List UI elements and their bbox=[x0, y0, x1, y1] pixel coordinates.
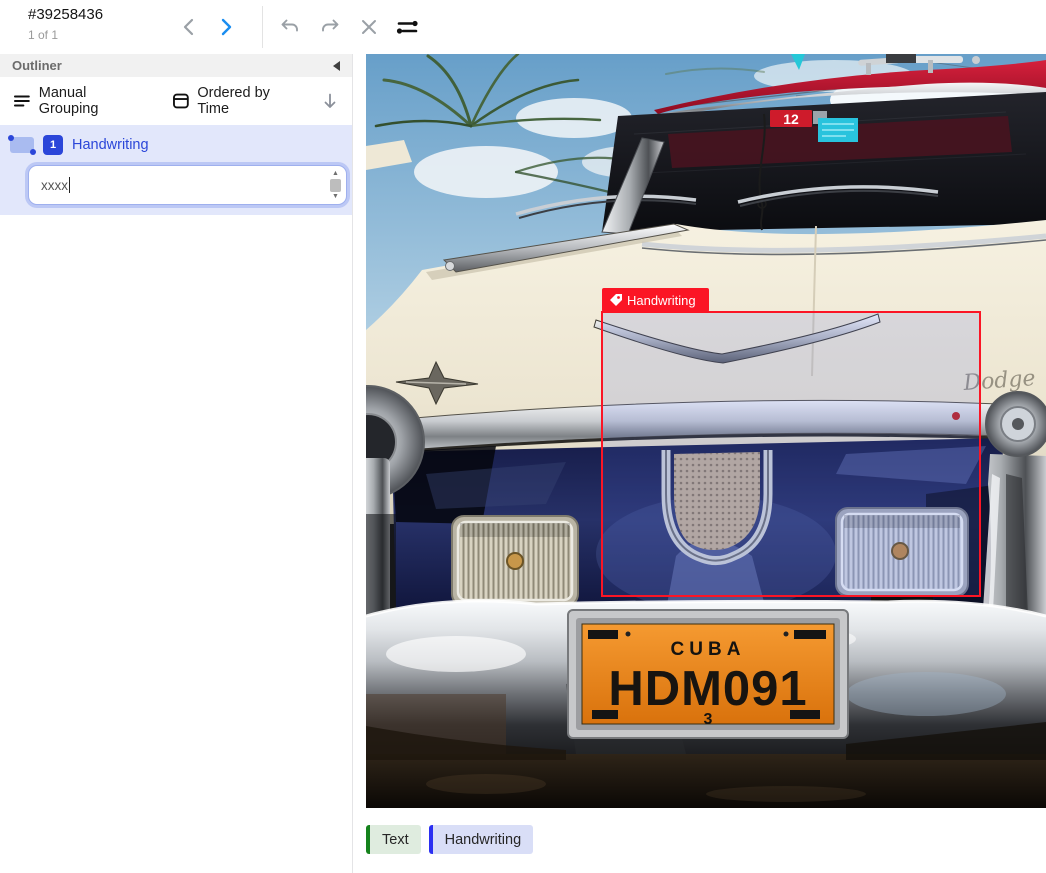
undo-icon bbox=[278, 15, 302, 39]
plate-number: HDM091 bbox=[608, 662, 807, 716]
bbox-label-text: Handwriting bbox=[627, 293, 696, 308]
sort-direction-button[interactable] bbox=[320, 91, 340, 111]
bbox-annotation: Handwriting bbox=[602, 288, 980, 596]
ordered-by-time-icon bbox=[171, 91, 191, 111]
scroll-thumb[interactable] bbox=[330, 179, 341, 192]
collapse-panel-icon[interactable] bbox=[333, 61, 340, 71]
manual-grouping-icon bbox=[12, 91, 32, 111]
ordering-mode-label: Ordered by Time bbox=[197, 85, 304, 117]
label-text: Handwriting bbox=[433, 825, 534, 854]
label-button-handwriting[interactable]: Handwriting bbox=[429, 825, 534, 854]
label-button-text[interactable]: Text bbox=[366, 825, 421, 854]
task-counter: 1 of 1 bbox=[28, 28, 58, 42]
annotation-main: 12 bbox=[366, 54, 1046, 873]
outliner-toolbar: Manual Grouping Ordered by Time bbox=[0, 77, 352, 125]
bbox-fill bbox=[602, 312, 980, 596]
text-caret bbox=[69, 177, 70, 193]
task-image-canvas[interactable]: 12 bbox=[366, 54, 1046, 808]
rectangle-region-icon bbox=[10, 137, 34, 153]
redo-icon bbox=[318, 15, 342, 39]
outliner-header: Outliner bbox=[0, 54, 352, 77]
prev-task-button[interactable] bbox=[176, 13, 204, 41]
plate-country: CUBA bbox=[671, 639, 746, 660]
chevron-right-icon bbox=[214, 16, 236, 38]
plate-suffix: 3 bbox=[704, 711, 713, 728]
toolbar-divider bbox=[262, 6, 263, 48]
outliner-title: Outliner bbox=[12, 58, 333, 73]
scroll-up-icon[interactable]: ▲ bbox=[332, 170, 339, 177]
redo-button[interactable] bbox=[316, 13, 344, 41]
grouping-mode-button[interactable]: Manual Grouping bbox=[12, 85, 149, 117]
undo-button[interactable] bbox=[276, 13, 304, 41]
region-label: Handwriting bbox=[72, 137, 149, 153]
arrow-down-icon bbox=[320, 91, 340, 111]
chevron-left-icon bbox=[179, 16, 201, 38]
top-toolbar: #39258436 1 of 1 bbox=[0, 0, 1046, 54]
ordering-mode-button[interactable]: Ordered by Time bbox=[171, 85, 305, 117]
labels-row: Text Handwriting bbox=[366, 825, 1046, 854]
close-icon bbox=[358, 16, 380, 38]
region-text-input[interactable]: xxxx ▲ ▼ bbox=[28, 165, 347, 205]
next-task-button[interactable] bbox=[211, 13, 239, 41]
region-index-badge: 1 bbox=[43, 135, 63, 155]
relations-button[interactable] bbox=[393, 13, 421, 41]
outliner-panel: Outliner Manual Grouping Ordered by Time bbox=[0, 54, 353, 873]
roof-sign-12: 12 bbox=[783, 111, 799, 127]
task-id: #39258436 bbox=[28, 6, 103, 23]
relations-icon bbox=[394, 14, 420, 40]
bbox-label-tag[interactable]: Handwriting bbox=[602, 288, 709, 312]
license-plate: CUBA HDM091 3 bbox=[568, 610, 848, 738]
region-row[interactable]: 1 Handwriting bbox=[0, 130, 352, 160]
region-text-value: xxxx bbox=[41, 178, 68, 193]
grouping-mode-label: Manual Grouping bbox=[39, 85, 149, 117]
reset-button[interactable] bbox=[355, 13, 383, 41]
car-photo: 12 bbox=[366, 54, 1046, 808]
region-item-selected: 1 Handwriting xxxx ▲ ▼ bbox=[0, 125, 352, 215]
scroll-down-icon[interactable]: ▼ bbox=[332, 193, 339, 200]
input-scrollbar[interactable]: ▲ ▼ bbox=[328, 169, 343, 201]
label-text: Text bbox=[370, 825, 421, 854]
